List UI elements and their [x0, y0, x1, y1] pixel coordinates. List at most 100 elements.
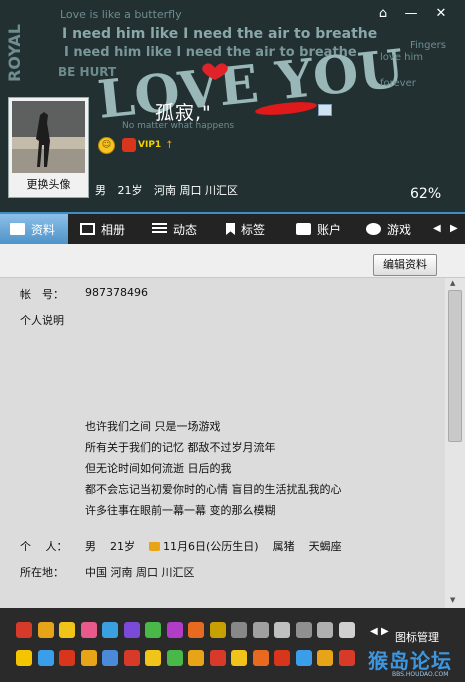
scroll-down-icon[interactable]: ▼: [450, 596, 455, 604]
personal-zodiac: 属猪: [272, 540, 295, 553]
status-icon[interactable]: [188, 622, 204, 638]
status-icon[interactable]: [231, 650, 247, 666]
icons-scroll-right-icon[interactable]: ▶: [381, 626, 389, 637]
status-icon[interactable]: [80, 650, 97, 666]
change-avatar-button[interactable]: 更换头像: [9, 175, 88, 195]
tab-profile[interactable]: 资料: [0, 214, 68, 244]
avatar[interactable]: [12, 101, 85, 173]
signature-line: 也许我们之间 只是一场游戏: [85, 420, 221, 433]
account-label: 帐 号：: [20, 288, 64, 301]
status-icon[interactable]: [102, 650, 118, 666]
edit-profile-button[interactable]: 编辑资料: [373, 254, 437, 276]
account-value: 987378496: [85, 286, 148, 299]
vip-crown-icon: [122, 138, 136, 152]
status-icon[interactable]: [37, 622, 54, 638]
status-icon[interactable]: [295, 650, 312, 666]
profile-content: 帐 号： 987378496 个人说明 也许我们之间 只是一场游戏 所有关于我们…: [0, 278, 445, 608]
game-icon: [366, 223, 381, 235]
status-icon[interactable]: [317, 650, 333, 666]
scroll-up-icon[interactable]: ▲: [450, 279, 455, 287]
tab-feed[interactable]: 动态: [152, 214, 197, 244]
status-icon[interactable]: [209, 622, 226, 638]
scrollbar-thumb[interactable]: [448, 290, 462, 442]
tab-label: 游戏: [387, 222, 412, 237]
signature-line: 所有关于我们的记忆 都敌不过岁月流年: [85, 441, 276, 454]
tab-label: 资料: [31, 222, 56, 237]
tab-label: 动态: [173, 222, 198, 237]
status-icon[interactable]: [338, 650, 355, 666]
feed-list-icon: [152, 223, 167, 235]
bg-text-8: Fingers: [410, 40, 446, 51]
tab-account[interactable]: 账户: [296, 214, 341, 244]
status-icon[interactable]: [102, 622, 118, 638]
personal-gender: 男: [85, 540, 96, 553]
personal-constellation: 天蝎座: [308, 540, 342, 553]
gender-text: 男: [95, 184, 106, 197]
watermark-logo: 猴岛论坛: [368, 649, 452, 673]
bg-text-10: ROYAL: [5, 24, 24, 82]
wallet-icon: [296, 223, 311, 235]
status-icon[interactable]: [252, 650, 269, 666]
profile-card-icon: [10, 223, 25, 235]
bg-text-7: love him: [380, 52, 423, 63]
personal-info: 男 21岁 11月6日(公历生日) 属猪 天蝎座: [85, 538, 342, 554]
tab-label: 相册: [101, 222, 126, 237]
status-icon[interactable]: [166, 622, 183, 638]
status-icon[interactable]: [188, 650, 204, 666]
nickname: 孤寂,": [155, 102, 212, 124]
status-icon[interactable]: [231, 622, 247, 638]
photo-album-icon: [80, 223, 95, 235]
tab-scroll-right-icon[interactable]: ▶: [450, 223, 458, 234]
status-icon[interactable]: [80, 622, 97, 638]
birthday-crown-icon: [149, 542, 160, 551]
status-icon[interactable]: [145, 622, 161, 638]
status-icon[interactable]: [59, 650, 75, 666]
status-icon[interactable]: [338, 622, 355, 638]
tab-bar: 资料 相册 动态 标签 账户 游戏 ◀ ▶: [0, 212, 465, 244]
minimize-button[interactable]: —: [400, 6, 422, 22]
vertical-scrollbar[interactable]: ▲ ▼: [445, 278, 465, 608]
address-value: 中国 河南 周口 川汇区: [85, 566, 195, 579]
status-icon[interactable]: [59, 622, 75, 638]
bg-text-1: Love is like a butterfly: [60, 8, 182, 21]
signature-line: 许多往事在眼前一幕一幕 变的那么模糊: [85, 504, 276, 517]
status-icon[interactable]: [295, 622, 312, 638]
vip-upgrade-icon: ↑: [165, 139, 174, 151]
edit-nickname-icon[interactable]: [318, 104, 332, 116]
avatar-frame: 更换头像: [8, 97, 89, 198]
status-icon[interactable]: [123, 650, 140, 666]
status-icon[interactable]: [166, 650, 183, 666]
vip-badge[interactable]: VIP1 ↑: [122, 137, 174, 153]
status-icon[interactable]: [123, 622, 140, 638]
bookmark-icon: [226, 223, 235, 235]
watermark-url: BBS.HOUDAO.COM: [392, 671, 449, 678]
status-icon[interactable]: [16, 650, 32, 666]
status-icon[interactable]: [209, 650, 226, 666]
status-icon[interactable]: [37, 650, 54, 666]
smiley-badge-icon[interactable]: ☺: [98, 137, 115, 154]
status-icon[interactable]: [252, 622, 269, 638]
description-label: 个人说明: [20, 314, 64, 327]
tab-label: 标签: [241, 222, 266, 237]
signature-line: 都不会忘记当初爱你时的心情 盲目的生活扰乱我的心: [85, 483, 342, 496]
icon-strip: ◀ ▶ 图标管理 猴岛论坛 BBS.HOUDAO.COM: [0, 608, 465, 682]
vip-label: VIP1: [138, 140, 162, 150]
tab-games[interactable]: 游戏: [366, 214, 411, 244]
icons-scroll-left-icon[interactable]: ◀: [370, 626, 378, 637]
icon-manage-link[interactable]: 图标管理: [395, 629, 439, 645]
status-icon[interactable]: [317, 622, 333, 638]
personal-label: 个 人：: [20, 540, 68, 553]
tab-tags[interactable]: 标签: [226, 214, 265, 244]
status-icon[interactable]: [145, 650, 161, 666]
status-icon[interactable]: [274, 622, 290, 638]
status-icon[interactable]: [16, 622, 32, 638]
bg-text-2: I need him like I need the air to breath…: [62, 26, 377, 42]
profile-completion-percent: 62%: [410, 186, 442, 202]
pin-icon[interactable]: ⌂: [372, 6, 394, 22]
close-button[interactable]: ✕: [430, 6, 452, 22]
tab-label: 账户: [317, 222, 342, 237]
bg-text-9: forever: [380, 78, 417, 89]
tab-album[interactable]: 相册: [80, 214, 125, 244]
status-icon[interactable]: [274, 650, 290, 666]
tab-scroll-left-icon[interactable]: ◀: [433, 223, 441, 234]
